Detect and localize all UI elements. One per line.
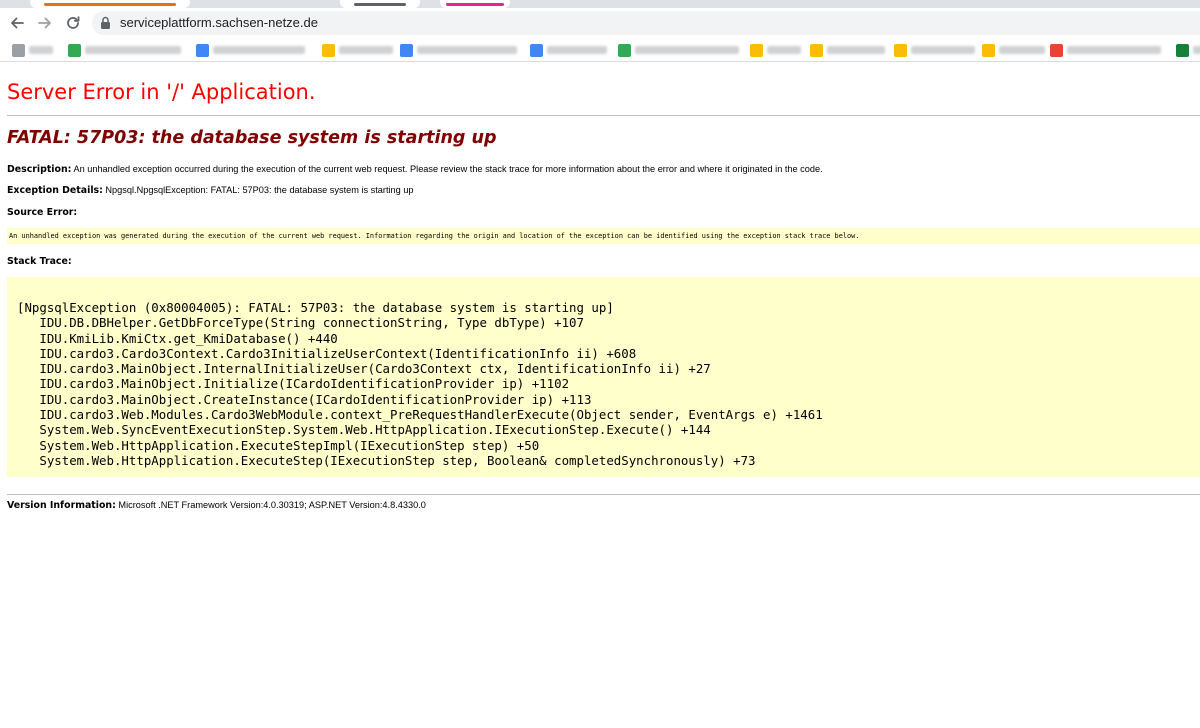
source-error-box: An unhandled exception was generated dur…	[7, 228, 1200, 244]
browser-toolbar: serviceplattform.sachsen-netze.de	[0, 8, 1200, 38]
bookmarks-bar	[0, 38, 1200, 62]
tab-strip	[0, 0, 1200, 8]
bookmark-label-blurred	[999, 46, 1045, 54]
arrow-right-icon	[38, 17, 51, 29]
error-heading: FATAL: 57P03: the database system is sta…	[7, 128, 497, 148]
bookmark-item[interactable]	[1176, 42, 1200, 58]
bookmark-label-blurred	[85, 46, 181, 54]
bookmark-favicon-icon	[530, 43, 543, 57]
stack-trace-line: Stack Trace:	[7, 256, 72, 267]
apps-icon	[12, 43, 25, 57]
bookmark-label-blurred	[635, 46, 739, 54]
browser-tab[interactable]	[30, 0, 190, 8]
stack-trace-label: Stack Trace:	[7, 256, 72, 267]
bookmark-label-blurred	[547, 46, 607, 54]
reload-icon	[67, 16, 80, 29]
source-error-label: Source Error:	[7, 207, 78, 218]
bookmark-favicon-icon	[196, 43, 209, 57]
description-text: An unhandled exception occurred during t…	[73, 164, 823, 174]
exception-details-line: Exception Details: Npgsql.NpgsqlExceptio…	[7, 185, 414, 196]
bookmark-label-blurred	[911, 46, 975, 54]
version-information-line: Version Information: Microsoft .NET Fram…	[7, 500, 426, 511]
exception-details-label: Exception Details:	[7, 185, 103, 196]
bookmark-item[interactable]	[750, 42, 801, 58]
bookmark-item[interactable]	[530, 42, 607, 58]
bookmark-label-blurred	[339, 46, 393, 54]
description-line: Description: An unhandled exception occu…	[7, 164, 823, 175]
folder-icon	[810, 43, 823, 57]
bookmark-label-blurred	[417, 46, 517, 54]
divider	[7, 494, 1200, 495]
bookmark-item[interactable]	[68, 42, 181, 58]
exception-details-text: Npgsql.NpgsqlException: FATAL: 57P03: th…	[105, 185, 414, 195]
bookmark-item[interactable]	[810, 42, 885, 58]
source-error-line: Source Error:	[7, 207, 77, 218]
bookmark-label-blurred	[827, 46, 885, 54]
version-information-text: Microsoft .NET Framework Version:4.0.303…	[118, 500, 426, 510]
arrow-left-icon	[11, 17, 24, 29]
bookmark-favicon-icon	[400, 43, 413, 57]
bookmark-item[interactable]	[322, 42, 393, 58]
error-page: Server Error in '/' Application. FATAL: …	[0, 62, 1200, 728]
bookmark-favicon-icon	[1176, 43, 1189, 57]
forward-button[interactable]	[34, 12, 56, 34]
divider	[7, 115, 1200, 116]
folder-icon	[982, 43, 995, 57]
bookmark-item[interactable]	[618, 42, 739, 58]
bookmark-item[interactable]	[1050, 42, 1161, 58]
folder-icon	[894, 43, 907, 57]
back-button[interactable]	[6, 12, 28, 34]
source-error-text: An unhandled exception was generated dur…	[9, 232, 860, 240]
browser-tab[interactable]	[440, 0, 510, 8]
stack-trace-text: [NpgsqlException (0x80004005): FATAL: 57…	[17, 300, 823, 468]
bookmark-item[interactable]	[400, 42, 517, 58]
page-title: Server Error in '/' Application.	[7, 80, 316, 104]
bookmark-label-blurred	[29, 46, 53, 54]
url-text: serviceplattform.sachsen-netze.de	[120, 15, 318, 30]
bookmark-favicon-icon	[618, 43, 631, 57]
folder-icon	[750, 43, 763, 57]
address-bar[interactable]: serviceplattform.sachsen-netze.de	[92, 11, 1200, 35]
bookmark-label-blurred	[213, 46, 305, 54]
version-information-label: Version Information:	[7, 500, 116, 511]
stack-trace-box: [NpgsqlException (0x80004005): FATAL: 57…	[7, 277, 1200, 477]
lock-icon	[101, 16, 110, 29]
browser-tab[interactable]	[340, 0, 420, 8]
description-label: Description:	[7, 164, 72, 175]
bookmark-label-blurred	[767, 46, 801, 54]
bookmark-item[interactable]	[12, 42, 53, 58]
reload-button[interactable]	[62, 12, 84, 34]
bookmark-item[interactable]	[982, 42, 1045, 58]
bookmark-favicon-icon	[68, 43, 81, 57]
bookmark-favicon-icon	[1050, 43, 1063, 57]
bookmark-label-blurred	[1193, 46, 1200, 54]
bookmark-label-blurred	[1067, 46, 1161, 54]
bookmark-item[interactable]	[196, 42, 305, 58]
bookmark-item[interactable]	[894, 42, 975, 58]
folder-icon	[322, 43, 335, 57]
